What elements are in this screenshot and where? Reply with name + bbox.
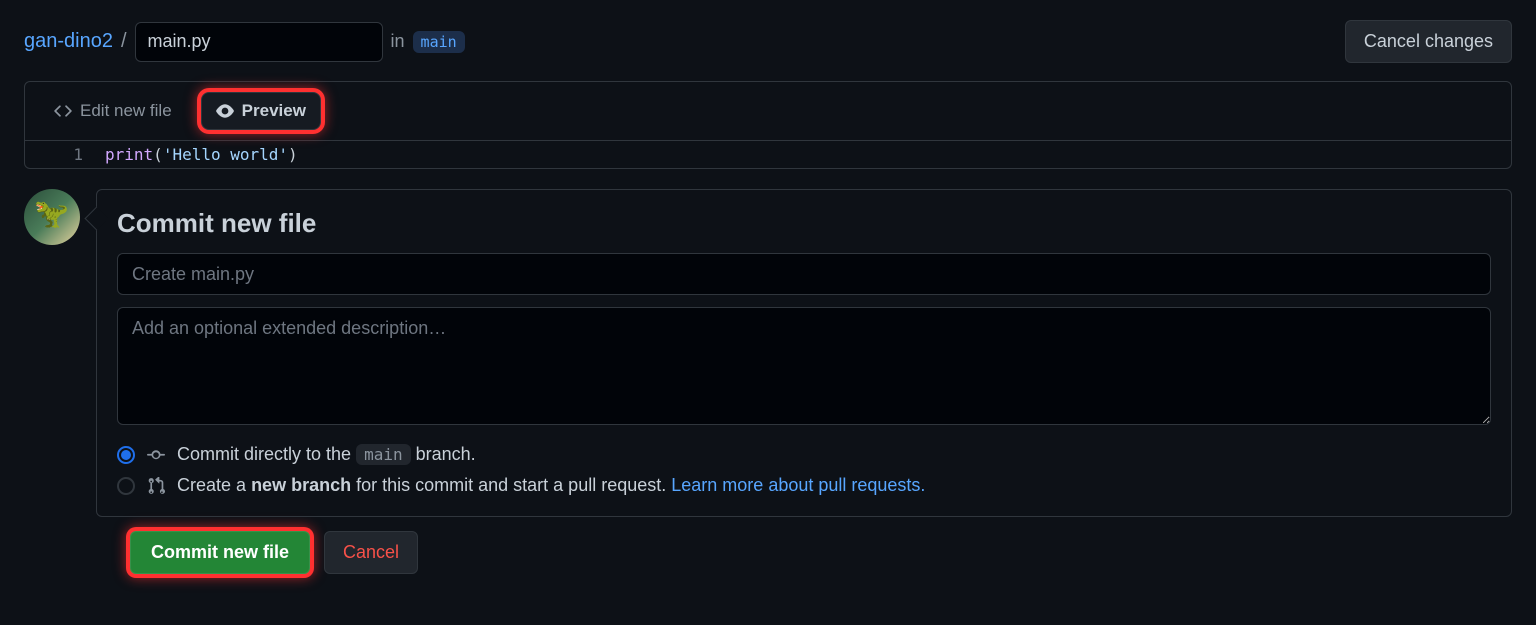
code-token-string: 'Hello world' [163, 145, 288, 164]
radio-new-branch[interactable]: Create a new branch for this commit and … [117, 475, 1491, 496]
radio-commit-direct[interactable]: Commit directly to the main branch. [117, 444, 1491, 465]
git-pull-request-icon [147, 477, 165, 495]
radio2-pre: Create a [177, 475, 246, 495]
cancel-button[interactable]: Cancel [324, 531, 418, 574]
radio-dot-checked[interactable] [117, 446, 135, 464]
line-number: 1 [25, 145, 105, 164]
commit-box: Commit new file Commit directly to the m… [96, 189, 1512, 517]
code-token-paren: ( [153, 145, 163, 164]
radio-direct-text: Commit directly to the main branch. [177, 444, 476, 465]
breadcrumb: gan-dino2 / in main [24, 22, 465, 62]
code-editor[interactable]: 1 print('Hello world') [24, 141, 1512, 169]
commit-summary-input[interactable] [117, 253, 1491, 295]
code-icon [54, 102, 72, 120]
radio-newbranch-text: Create a new branch for this commit and … [177, 475, 925, 496]
git-commit-icon [147, 446, 165, 464]
tab-preview-label: Preview [242, 101, 306, 121]
tabs-bar: Edit new file Preview [24, 81, 1512, 141]
code-token-func: print [105, 145, 153, 164]
learn-more-link[interactable]: Learn more about pull requests. [671, 475, 925, 495]
tab-edit-label: Edit new file [80, 101, 172, 121]
in-label: in [391, 31, 405, 52]
action-row: Commit new file Cancel [130, 531, 1512, 574]
tab-preview[interactable]: Preview [201, 92, 321, 130]
radio2-bold: new branch [251, 475, 351, 495]
filename-input[interactable] [135, 22, 383, 62]
commit-title: Commit new file [117, 208, 1491, 239]
inline-branch-badge: main [356, 444, 411, 465]
commit-new-file-button[interactable]: Commit new file [130, 531, 310, 574]
cancel-changes-button[interactable]: Cancel changes [1345, 20, 1512, 63]
avatar[interactable] [24, 189, 80, 245]
branch-badge: main [413, 31, 465, 53]
code-token-paren: ) [288, 145, 298, 164]
commit-options: Commit directly to the main branch. Crea… [117, 444, 1491, 496]
tab-edit-file[interactable]: Edit new file [39, 92, 187, 130]
radio-dot-unchecked[interactable] [117, 477, 135, 495]
commit-description-textarea[interactable] [117, 307, 1491, 425]
commit-region: Commit new file Commit directly to the m… [24, 189, 1512, 517]
repo-link[interactable]: gan-dino2 [24, 30, 113, 53]
radio1-post: branch. [416, 444, 476, 464]
eye-icon [216, 102, 234, 120]
header-row: gan-dino2 / in main Cancel changes [24, 20, 1512, 63]
radio2-mid: for this commit and start a pull request… [356, 475, 666, 495]
radio1-pre: Commit directly to the [177, 444, 351, 464]
code-line: print('Hello world') [105, 145, 298, 164]
breadcrumb-separator: / [121, 30, 127, 53]
